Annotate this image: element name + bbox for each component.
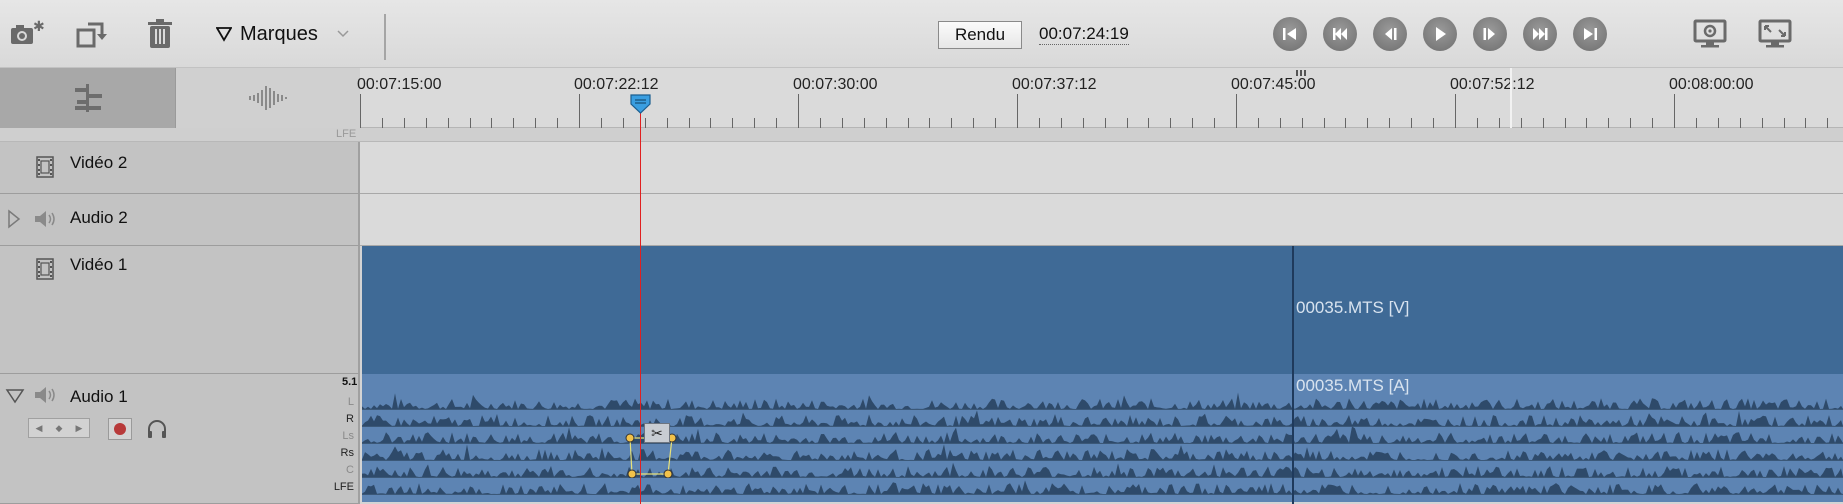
- ruler-end-marker: [1510, 68, 1512, 128]
- scissors-icon[interactable]: ✂: [644, 423, 670, 443]
- speaker-icon: [35, 387, 55, 403]
- waveform-channel: [362, 392, 1843, 409]
- go-to-end-icon[interactable]: [1573, 17, 1607, 51]
- speaker-icon: [35, 211, 55, 227]
- waveform-icon: [249, 86, 287, 110]
- channel-label: Rs: [340, 447, 354, 459]
- marks-label: Marques: [240, 22, 318, 45]
- clip-label: 00035.MTS [A]: [1296, 376, 1410, 395]
- chevron-down-icon: [337, 30, 349, 38]
- view-mode-bar: [0, 68, 360, 128]
- lfe-channel-label: LFE: [336, 128, 357, 140]
- track-header-video1[interactable]: Vidéo 1: [0, 246, 360, 374]
- playhead-line: [640, 100, 641, 504]
- prev-keyframe-icon[interactable]: ◀: [36, 423, 43, 434]
- channel-label: C: [346, 464, 354, 476]
- clip-boundary: [1292, 246, 1294, 504]
- track-lane-video2[interactable]: [360, 142, 1843, 194]
- render-button[interactable]: Rendu: [938, 21, 1022, 49]
- film-icon: [36, 258, 54, 280]
- track-name: Audio 2: [70, 208, 128, 227]
- waveform-channel: [362, 480, 1843, 494]
- ruler-ticks: [360, 94, 1828, 128]
- waveform-channel: [362, 444, 1843, 460]
- add-keyframe-icon[interactable]: ◆: [56, 423, 63, 434]
- monitor-settings-icon[interactable]: [1690, 16, 1730, 52]
- rotate-icon[interactable]: [74, 14, 110, 54]
- keyframe-navigator[interactable]: ◀ ◆ ▶: [28, 418, 90, 438]
- previous-edit-icon[interactable]: [1323, 17, 1357, 51]
- record-button[interactable]: [108, 418, 132, 440]
- playhead-handle[interactable]: [630, 94, 651, 114]
- track-header-audio2[interactable]: Audio 2: [0, 194, 360, 246]
- track-header-audio1[interactable]: Audio 1 ◀ ◆ ▶ 5.1 L R Ls Rs C LFE: [0, 374, 360, 504]
- clip-label: 00035.MTS [V]: [1296, 298, 1410, 317]
- waveform-channel: [362, 426, 1843, 443]
- channel-format-label: 5.1: [342, 376, 358, 388]
- go-to-start-icon[interactable]: [1273, 17, 1307, 51]
- film-icon: [36, 156, 54, 178]
- play-icon[interactable]: [1423, 17, 1457, 51]
- channel-label: R: [346, 413, 354, 425]
- audio-waveform: [362, 392, 1843, 495]
- channel-label: Ls: [342, 430, 354, 442]
- audio-clip[interactable]: 00035.MTS [A] ✂: [362, 374, 1843, 502]
- current-timecode[interactable]: 00:07:24:19: [1039, 24, 1129, 45]
- time-ruler[interactable]: 00:07:15:00 00:07:22:12 00:07:30:00 00:0…: [357, 68, 1843, 128]
- next-keyframe-icon[interactable]: ▶: [76, 423, 83, 434]
- toolbar: ✱ Marques Rendu 00:07:24:19: [0, 0, 1843, 68]
- track-lane-audio2[interactable]: [360, 194, 1843, 246]
- headphones-icon[interactable]: [145, 418, 169, 440]
- ruler-drag-handle[interactable]: [1296, 70, 1308, 76]
- record-icon: [114, 423, 126, 435]
- channel-label: L: [347, 396, 354, 408]
- fullscreen-icon[interactable]: [1755, 16, 1795, 52]
- track-name: Vidéo 1: [70, 255, 128, 274]
- expand-triangle-icon[interactable]: [6, 208, 22, 230]
- step-back-icon[interactable]: [1373, 17, 1407, 51]
- track-name: Vidéo 2: [70, 153, 128, 172]
- waveform-channel: [362, 462, 1843, 477]
- trash-icon[interactable]: [142, 14, 178, 54]
- svg-text:✱: ✱: [33, 19, 44, 35]
- previous-track-strip: LFE: [0, 128, 1843, 142]
- step-forward-icon[interactable]: [1473, 17, 1507, 51]
- collapse-triangle-icon[interactable]: [5, 388, 25, 404]
- timeline-window: ✱ Marques Rendu 00:07:24:19 00:07:15:00 …: [0, 0, 1843, 504]
- waveform-channel: [362, 410, 1843, 426]
- next-edit-icon[interactable]: [1523, 17, 1557, 51]
- video-clip[interactable]: 00035.MTS [V]: [362, 246, 1843, 374]
- channel-label: LFE: [333, 481, 354, 493]
- marker-icon: [216, 27, 232, 42]
- audio-view-button[interactable]: [176, 68, 360, 128]
- camera-settings-icon[interactable]: ✱: [8, 14, 44, 54]
- toolbar-divider: [384, 14, 386, 60]
- marks-dropdown[interactable]: Marques: [216, 18, 350, 50]
- timeline-tracks-icon: [74, 84, 102, 112]
- track-header-video2[interactable]: Vidéo 2: [0, 142, 360, 194]
- timeline-view-button[interactable]: [0, 68, 176, 128]
- track-name: Audio 1: [70, 387, 128, 406]
